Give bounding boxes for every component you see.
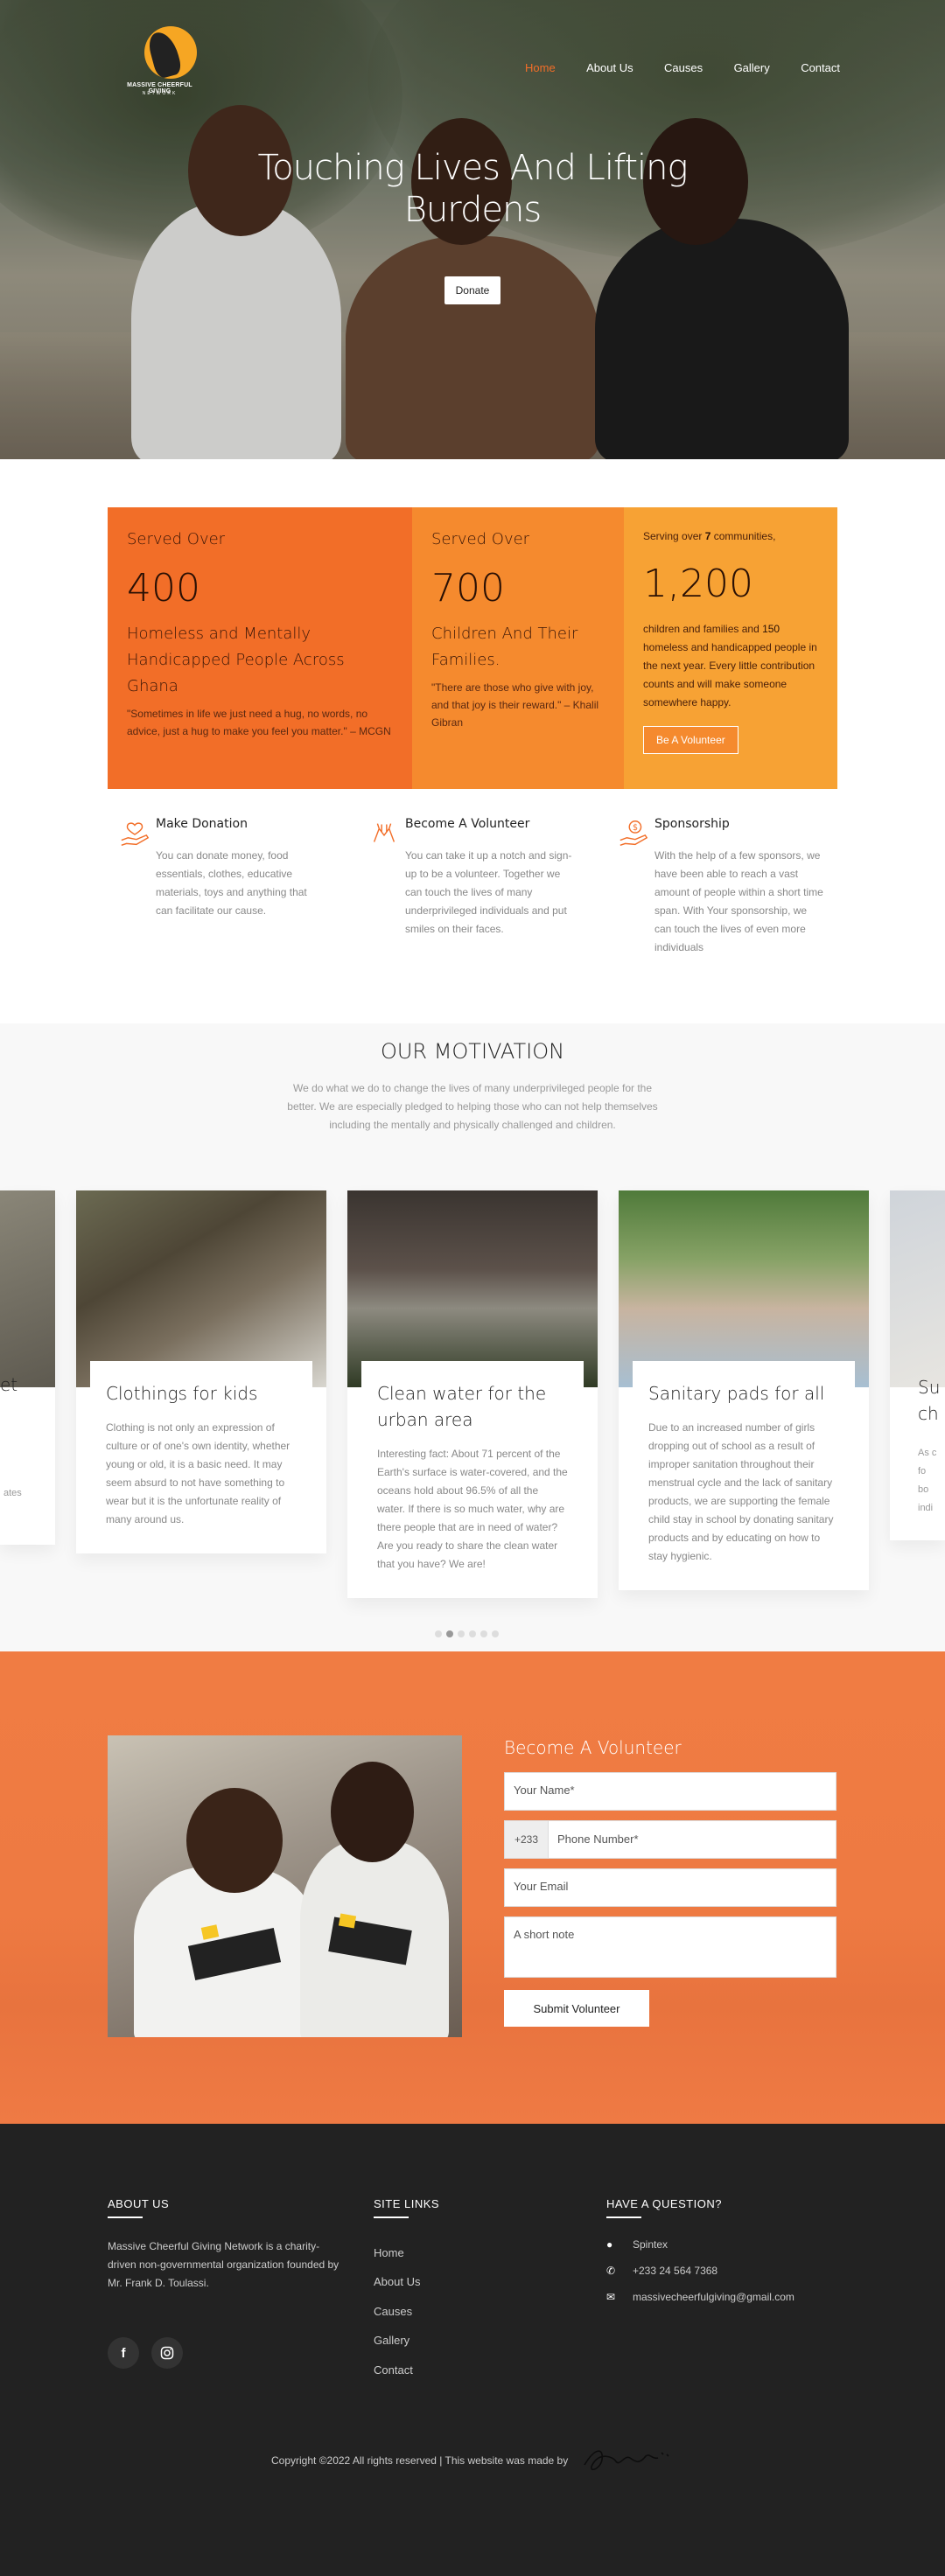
footer-email[interactable]: ✉ massivecheerfulgiving@gmail.com xyxy=(606,2291,794,2303)
carousel-dot-active[interactable] xyxy=(446,1630,453,1637)
feature-volunteer: Become A Volunteer You can take it up a … xyxy=(357,817,576,939)
footer-phone[interactable]: ✆ +233 24 564 7368 xyxy=(606,2265,718,2277)
phone-icon: ✆ xyxy=(606,2265,616,2277)
stat-card-homeless: Served Over 400 Homeless and Mentally Ha… xyxy=(108,507,412,789)
carousel-card-partial-right[interactable]: Su ch As c fo bo indi xyxy=(890,1190,945,1540)
carousel-dot[interactable] xyxy=(435,1630,442,1637)
footer-links-heading: SITE LINKS xyxy=(374,2197,440,2218)
card-title: Sanitary pads for all xyxy=(648,1383,825,1404)
main-nav: Home About Us Causes Gallery Contact xyxy=(525,61,840,74)
card-title: Clothings for kids xyxy=(106,1383,258,1404)
card-title: Su ch xyxy=(918,1377,941,1424)
footer-link-contact[interactable]: Contact xyxy=(374,2363,413,2377)
stat-card-children: Served Over 700 Children And Their Famil… xyxy=(412,507,624,789)
section-lead: We do what we do to change the lives of … xyxy=(287,1082,658,1131)
stat-label: Serving over 7 communities, xyxy=(643,530,776,542)
stat-quote: "There are those who give with joy, and … xyxy=(431,681,599,729)
card-image xyxy=(347,1190,598,1387)
country-code[interactable]: +233 xyxy=(505,1821,549,1858)
hand-heart-icon xyxy=(121,822,150,846)
card-title: et xyxy=(0,1374,18,1395)
footer-link-about-us[interactable]: About Us xyxy=(374,2275,420,2288)
card-text: Clothing is not only an expression of cu… xyxy=(106,1421,290,1525)
card-text: As c fo bo indi xyxy=(918,1448,937,1513)
hand-money-icon: $ xyxy=(620,820,648,846)
card-text: Interesting fact: About 71 percent of th… xyxy=(377,1448,568,1570)
feature-text: With the help of a few sponsors, we have… xyxy=(654,849,823,953)
volunteer-photo xyxy=(108,1735,462,2037)
nav-home[interactable]: Home xyxy=(525,61,556,74)
carousel-card-clothings[interactable]: Clothings for kids Clothing is not only … xyxy=(76,1190,326,1553)
phone-field[interactable]: +233 Phone Number* xyxy=(504,1820,836,1859)
carousel-dot[interactable] xyxy=(480,1630,487,1637)
nav-contact[interactable]: Contact xyxy=(801,61,840,74)
stat-number: 1,200 xyxy=(643,562,753,606)
phone-input[interactable]: Phone Number* xyxy=(549,1821,648,1858)
card-image xyxy=(890,1190,945,1387)
helping-hands-icon xyxy=(373,823,396,842)
stat-description: children and families and 150 homeless a… xyxy=(643,623,817,709)
site-footer: ABOUT US Massive Cheerful Giving Network… xyxy=(0,2124,945,2576)
footer-contact-heading: HAVE A QUESTION? xyxy=(606,2197,723,2218)
volunteer-form-title: Become A Volunteer xyxy=(504,1737,682,1758)
card-text: Due to an increased number of girls drop… xyxy=(648,1421,834,1562)
carousel-card-partial-left[interactable]: et ates xyxy=(0,1190,55,1545)
stat-number: 400 xyxy=(127,566,200,611)
footer-link-home[interactable]: Home xyxy=(374,2246,404,2259)
hero-title: Touching Lives And Lifting Burdens xyxy=(257,148,689,230)
card-image xyxy=(0,1190,55,1387)
section-title: OUR MOTIVATION xyxy=(380,1039,565,1064)
carousel-card-clean-water[interactable]: Clean water for the urban area Interesti… xyxy=(347,1190,598,1598)
footer-link-causes[interactable]: Causes xyxy=(374,2305,412,2318)
footer-address: ● Spintex xyxy=(606,2238,668,2251)
stat-label: Served Over xyxy=(127,530,226,548)
carousel-dots xyxy=(435,1630,499,1637)
footer-about-text: Massive Cheerful Giving Network is a cha… xyxy=(108,2240,340,2289)
nav-gallery[interactable]: Gallery xyxy=(734,61,770,74)
instagram-icon[interactable] xyxy=(151,2337,183,2369)
feature-title: Become A Volunteer xyxy=(405,817,530,831)
nav-about-us[interactable]: About Us xyxy=(586,61,633,74)
nav-causes[interactable]: Causes xyxy=(664,61,703,74)
carousel-dot[interactable] xyxy=(469,1630,476,1637)
stat-description: Homeless and Mentally Handicapped People… xyxy=(127,625,345,695)
carousel-dot[interactable] xyxy=(492,1630,499,1637)
stat-label: Served Over xyxy=(431,530,530,548)
carousel-card-sanitary-pads[interactable]: Sanitary pads for all Due to an increase… xyxy=(619,1190,869,1590)
logo-subtext: NETWORK xyxy=(142,91,178,96)
site-logo[interactable]: MASSIVE CHEERFUL GIVING NETWORK xyxy=(118,24,201,99)
submit-volunteer-button[interactable]: Submit Volunteer xyxy=(504,1990,649,2027)
svg-text:$: $ xyxy=(633,823,638,833)
feature-text: You can donate money, food essentials, c… xyxy=(156,849,307,917)
card-image xyxy=(619,1190,869,1387)
name-field[interactable]: Your Name* xyxy=(504,1772,836,1811)
card-title: Clean water for the urban area xyxy=(377,1383,547,1430)
feature-donation: Make Donation You can donate money, food… xyxy=(108,817,326,920)
envelope-icon: ✉ xyxy=(606,2291,616,2303)
feature-text: You can take it up a notch and sign-up t… xyxy=(405,849,572,935)
stat-card-communities: Serving over 7 communities, 1,200 childr… xyxy=(624,507,837,789)
carousel-dot[interactable] xyxy=(458,1630,465,1637)
copyright-text: Copyright ©2022 All rights reserved | Th… xyxy=(271,2454,569,2467)
feature-sponsorship: $ Sponsorship With the help of a few spo… xyxy=(606,817,825,957)
map-pin-icon: ● xyxy=(606,2238,613,2251)
note-field[interactable]: A short note xyxy=(504,1916,836,1978)
card-text: ates xyxy=(4,1488,22,1498)
be-a-volunteer-button[interactable]: Be A Volunteer xyxy=(643,726,738,754)
stat-quote: "Sometimes in life we just need a hug, n… xyxy=(127,708,391,737)
feature-title: Sponsorship xyxy=(654,817,730,831)
feature-title: Make Donation xyxy=(156,817,248,831)
donate-button[interactable]: Donate xyxy=(444,276,500,304)
designer-signature[interactable] xyxy=(578,2439,674,2477)
facebook-icon[interactable]: f xyxy=(108,2337,139,2369)
footer-about-heading: ABOUT US xyxy=(108,2197,170,2218)
email-field[interactable]: Your Email xyxy=(504,1868,836,1907)
footer-link-gallery[interactable]: Gallery xyxy=(374,2334,410,2347)
card-image xyxy=(76,1190,326,1387)
stat-description: Children And Their Families. xyxy=(431,625,578,669)
stat-number: 700 xyxy=(431,566,505,611)
